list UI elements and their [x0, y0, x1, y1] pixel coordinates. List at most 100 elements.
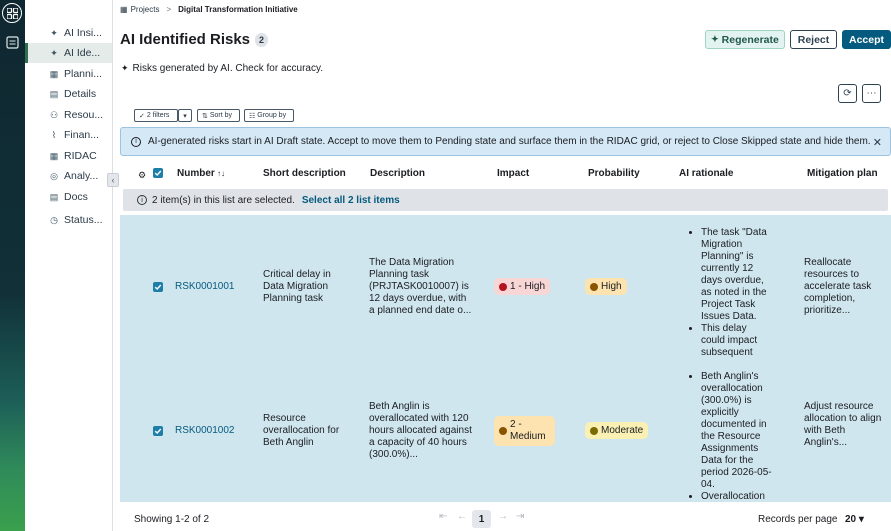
ai-rationale-item: Beth Anglin's overallocation (300.0%) is…: [701, 371, 773, 491]
records-per-page-value: 20: [845, 514, 857, 525]
nav-item-label: RIDAC: [64, 150, 97, 162]
column-mitigation-plan[interactable]: Mitigation plan: [807, 168, 878, 179]
group-label: Group by: [257, 112, 287, 119]
nav-item-details[interactable]: ▤ Details: [25, 84, 112, 104]
description-cell: The Data Migration Planning task (PRJTAS…: [369, 257, 472, 316]
sort-button[interactable]: ⇅ Sort by: [197, 109, 240, 122]
more-icon: ⋯: [866, 88, 877, 99]
risk-number-link[interactable]: RSK0001002: [175, 425, 235, 437]
short-description-cell: Resource overallocation for Beth Anglin: [263, 413, 340, 448]
nav-item-status[interactable]: ◷ Status...: [25, 210, 112, 230]
mitigation-plan-cell: Reallocate resources to accelerate task …: [804, 257, 872, 316]
nav-item-label: Finan...: [64, 129, 100, 141]
reject-button[interactable]: Reject: [790, 30, 837, 49]
analytics-icon: ◎: [50, 170, 58, 181]
mitigation-plan-cell: Adjust resource allocation to align with…: [804, 401, 882, 448]
breadcrumb-separator: >: [166, 5, 172, 14]
short-description-cell: Critical delay in Data Migration Plannin…: [263, 269, 331, 304]
probability-dot: [590, 426, 598, 435]
breadcrumb-projects[interactable]: Projects: [131, 5, 160, 14]
ai-rationale-list: Beth Anglin's overallocation (300.0%) is…: [691, 371, 773, 502]
nav-item-analytics[interactable]: ◎ Analy...: [25, 166, 112, 186]
records-summary: Showing 1-2 of 2: [134, 514, 210, 525]
sort-icon: ↑↓: [214, 169, 226, 178]
impact-label: 2 - Medium: [510, 419, 546, 442]
table-row[interactable]: RSK0001002 Resource overallocation for B…: [120, 367, 891, 502]
impact-badge: 1 - High: [494, 278, 551, 295]
sort-label: Sort by: [209, 112, 233, 119]
filters-button[interactable]: ✓ 2 filters: [134, 109, 178, 122]
last-page-icon[interactable]: ⇥: [516, 511, 524, 522]
column-ai-rationale[interactable]: AI rationale: [679, 168, 733, 179]
nav-item-ai-insights[interactable]: ✦ AI Insi...: [25, 23, 112, 43]
impact-badge: 2 - Medium: [494, 416, 555, 446]
filters-dropdown[interactable]: ▾: [178, 109, 192, 122]
group-button[interactable]: ☷ Group by: [244, 109, 294, 122]
ai-rationale-item: Overallocation: [701, 491, 773, 502]
column-number-label: Number: [177, 168, 215, 179]
first-page-icon[interactable]: ⇤: [439, 511, 447, 522]
nav-item-resources[interactable]: ⚇ Resou...: [25, 105, 112, 125]
ai-rationale-item: The task "Data Migration Planning" is cu…: [701, 227, 773, 323]
nav-item-docs[interactable]: ▤ Docs: [25, 187, 112, 207]
banner-text: AI-generated risks start in AI Draft sta…: [148, 136, 871, 147]
select-all-link[interactable]: Select all 2 list items: [302, 195, 400, 206]
nav-item-label: Docs: [64, 191, 88, 203]
document-icon[interactable]: [6, 36, 19, 49]
nav-item-label: Details: [64, 88, 97, 100]
nav-item-ridac[interactable]: ▦ RIDAC: [25, 146, 112, 166]
sparkle-icon: ✦: [121, 63, 129, 73]
probability-badge: Moderate: [585, 422, 649, 439]
info-icon: i: [137, 195, 147, 205]
column-impact[interactable]: Impact: [497, 168, 529, 179]
column-description[interactable]: Description: [370, 168, 425, 179]
table-footer: Showing 1-2 of 2 ⇤ ← 1 → ⇥ Records per p…: [113, 503, 891, 531]
chevron-down-icon: ▾: [183, 112, 187, 120]
prev-page-icon[interactable]: ←: [457, 511, 467, 522]
calendar-icon: ▦: [49, 68, 59, 79]
refresh-button[interactable]: ⟳: [838, 84, 857, 103]
sparkle-icon: ✦: [50, 27, 58, 38]
impact-dot: [499, 427, 507, 435]
people-icon: ⚇: [49, 109, 59, 120]
nav-item-label: Resou...: [64, 109, 104, 121]
secondary-nav: ✦ AI Insi... ✦ AI Ide... ▦ Planni... ▤ Detai…: [25, 0, 113, 531]
nav-item-label: Status...: [64, 214, 103, 226]
grid-icon[interactable]: [2, 3, 22, 23]
close-icon[interactable]: ✕: [873, 136, 882, 149]
group-icon: ☷: [249, 112, 256, 120]
filters-label: 2 filters: [146, 112, 170, 119]
next-page-icon[interactable]: →: [498, 511, 508, 522]
nav-item-planning[interactable]: ▦ Planni...: [25, 64, 112, 84]
column-settings-icon[interactable]: ⚙: [138, 170, 146, 181]
info-icon: i: [131, 136, 141, 147]
sparkle-icon: ✦: [50, 47, 58, 58]
records-per-page-select[interactable]: 20 ▾: [845, 514, 864, 525]
selection-text: 2 item(s) in this list are selected.: [152, 194, 295, 206]
sort-icon: ⇅: [202, 112, 208, 120]
nav-item-ai-identified[interactable]: ✦ AI Ide...: [25, 43, 112, 63]
page-title: AI Identified Risks 2: [120, 31, 269, 48]
column-number[interactable]: Number ↑↓: [177, 168, 225, 179]
select-all-checkbox[interactable]: [153, 168, 163, 178]
more-button[interactable]: ⋯: [862, 84, 881, 103]
nav-item-financials[interactable]: ⌇ Finan...: [25, 125, 112, 145]
page-title-text: AI Identified Risks: [120, 31, 251, 48]
row-checkbox[interactable]: [153, 282, 163, 292]
column-short-description[interactable]: Short description: [263, 168, 346, 179]
column-probability[interactable]: Probability: [588, 168, 640, 179]
regenerate-button[interactable]: ✦ Regenerate: [705, 30, 785, 49]
table-row[interactable]: RSK0001001 Critical delay in Data Migrat…: [120, 215, 891, 362]
risk-number-link[interactable]: RSK0001001: [175, 281, 235, 293]
breadcrumb-current: Digital Transformation Initiative: [178, 5, 298, 14]
row-checkbox[interactable]: [153, 426, 163, 436]
accept-button[interactable]: Accept: [842, 30, 891, 49]
ai-disclaimer-text: Risks generated by AI. Check for accurac…: [132, 63, 324, 74]
page-current[interactable]: 1: [472, 510, 491, 528]
table-body: RSK0001001 Critical delay in Data Migrat…: [120, 215, 891, 502]
chart-icon: ⌇: [51, 129, 57, 140]
status-icon: ◷: [50, 214, 58, 225]
probability-badge: High: [585, 278, 627, 295]
grid-icon: ▦: [49, 150, 59, 161]
description-cell: Beth Anglin is overallocated with 120 ho…: [369, 401, 472, 460]
